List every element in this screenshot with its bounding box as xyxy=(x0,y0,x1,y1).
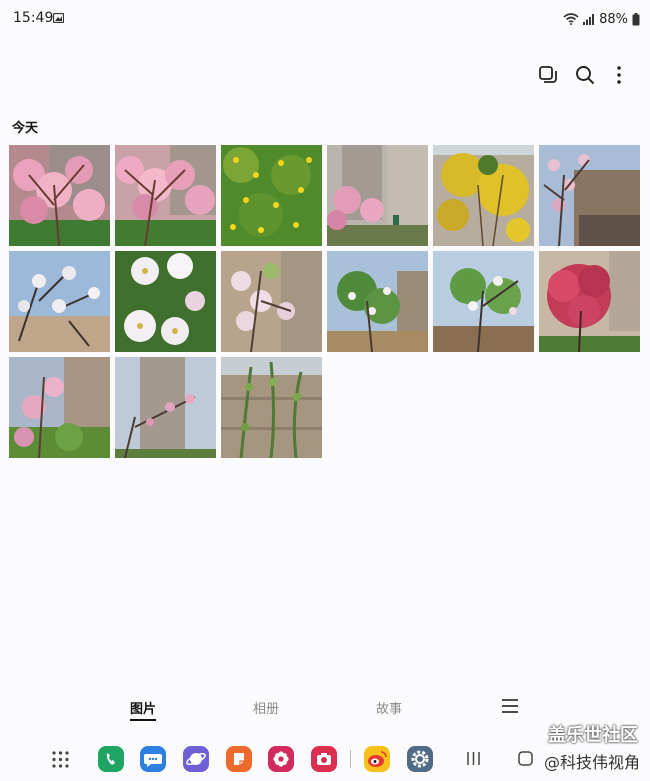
photo-thumbnail[interactable] xyxy=(115,251,216,352)
photo-thumbnail[interactable] xyxy=(539,145,640,246)
messages-icon[interactable] xyxy=(140,746,166,772)
battery-icon xyxy=(632,12,640,25)
settings-icon[interactable] xyxy=(407,746,433,772)
camera-icon[interactable] xyxy=(311,746,337,772)
wifi-icon xyxy=(563,13,579,25)
photo-thumbnail[interactable] xyxy=(9,145,110,246)
date-section-title: 今天 xyxy=(12,121,39,136)
photo-thumbnail[interactable] xyxy=(9,357,110,458)
gallery-app: 15:49 88% 今天 图片 相册 故事 盖乐世社区 @科技伟视角 xyxy=(0,0,650,781)
watermark-author: @科技伟视角 xyxy=(543,753,640,772)
tab-albums[interactable]: 相册 xyxy=(253,698,279,717)
photo-thumbnail[interactable] xyxy=(115,145,216,246)
status-right: 88% xyxy=(563,10,640,28)
photo-thumbnail[interactable] xyxy=(539,251,640,352)
photo-thumbnail[interactable] xyxy=(327,251,428,352)
tab-pictures[interactable]: 图片 xyxy=(130,698,157,721)
photo-thumbnail[interactable] xyxy=(433,251,534,352)
tab-stories[interactable]: 故事 xyxy=(376,698,402,717)
search-icon[interactable] xyxy=(574,64,596,86)
bottom-tabs: 图片 相册 故事 xyxy=(0,694,650,724)
more-options-icon[interactable] xyxy=(608,64,630,86)
watermark-community: 盖乐世社区 xyxy=(548,725,638,746)
phone-icon[interactable] xyxy=(98,746,124,772)
select-icon[interactable] xyxy=(537,64,559,86)
photo-thumbnail[interactable] xyxy=(433,145,534,246)
weibo-icon[interactable] xyxy=(364,746,390,772)
apps-grid-icon[interactable] xyxy=(52,751,69,768)
status-time: 15:49 xyxy=(13,10,54,26)
photo-thumbnail[interactable] xyxy=(9,251,110,352)
photo-thumbnail[interactable] xyxy=(221,357,322,458)
internet-icon[interactable] xyxy=(183,746,209,772)
recents-nav-icon[interactable] xyxy=(466,751,481,766)
photo-thumbnail[interactable] xyxy=(221,251,322,352)
photo-thumbnail[interactable] xyxy=(221,145,322,246)
status-bar: 15:49 88% xyxy=(0,0,650,38)
bixby-icon[interactable] xyxy=(268,746,294,772)
dock-divider xyxy=(350,750,351,768)
notes-icon[interactable] xyxy=(226,746,252,772)
home-nav-icon[interactable] xyxy=(518,751,533,766)
photo-thumbnail[interactable] xyxy=(115,357,216,458)
signal-icon xyxy=(583,14,595,25)
battery-percent: 88% xyxy=(599,11,628,27)
gallery-notification-icon xyxy=(53,13,64,23)
photo-thumbnail[interactable] xyxy=(327,145,428,246)
menu-icon[interactable] xyxy=(502,699,518,713)
